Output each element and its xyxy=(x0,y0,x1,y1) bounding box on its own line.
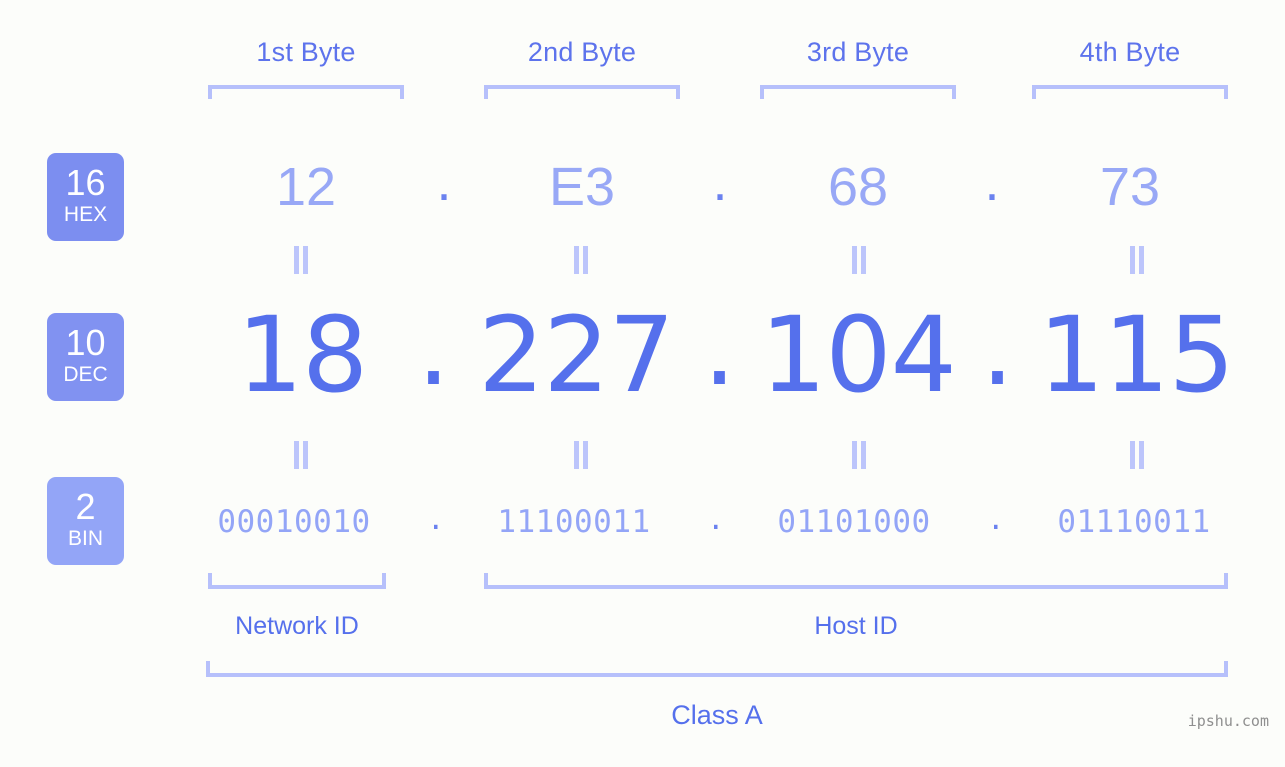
bin-octet-1: 00010010 xyxy=(217,504,371,540)
byte-header-2: 2nd Byte xyxy=(527,37,637,67)
base-badge-hex-number: 16 xyxy=(65,162,106,203)
base-badge-hex: 16 HEX xyxy=(47,153,124,241)
host-id-bracket xyxy=(484,573,1228,589)
hex-separator-2: . xyxy=(712,152,728,212)
equals-mark-dec-bin-3 xyxy=(846,441,870,469)
hex-octet-1: 12 xyxy=(275,157,337,217)
class-label: Class A xyxy=(671,700,763,730)
base-badge-bin-abbr: BIN xyxy=(67,527,103,550)
dec-separator-1: . xyxy=(416,287,450,409)
ip-address-breakdown-diagram: 1st Byte 2nd Byte 3rd Byte 4th Byte 16 H… xyxy=(0,0,1285,767)
equals-mark-hex-dec-3 xyxy=(846,246,870,274)
hex-separator-3: . xyxy=(984,152,1000,212)
base-badge-bin-number: 2 xyxy=(75,486,96,527)
base-badge-dec: 10 DEC xyxy=(47,313,124,401)
dec-separator-2: . xyxy=(702,287,736,409)
equals-mark-hex-dec-4 xyxy=(1124,246,1148,274)
bin-octet-2: 11100011 xyxy=(497,504,651,540)
dec-octet-2: 227 xyxy=(478,294,675,416)
dec-octet-1: 18 xyxy=(236,294,368,416)
byte-bracket-3 xyxy=(760,85,956,99)
hex-separator-1: . xyxy=(436,152,452,212)
hex-octet-2: E3 xyxy=(548,157,616,217)
byte-bracket-4 xyxy=(1032,85,1228,99)
equals-mark-hex-dec-2 xyxy=(568,246,592,274)
dec-octet-3: 104 xyxy=(760,294,957,416)
bin-separator-2: . xyxy=(710,498,722,538)
byte-bracket-1 xyxy=(208,85,404,99)
site-watermark: ipshu.com xyxy=(1187,712,1269,730)
base-badge-dec-number: 10 xyxy=(65,322,106,363)
byte-header-4: 4th Byte xyxy=(1079,37,1181,67)
equals-mark-hex-dec-1 xyxy=(288,246,312,274)
bin-octet-4: 01110011 xyxy=(1057,504,1211,540)
byte-header-1: 1st Byte xyxy=(256,37,356,67)
hex-octet-3: 68 xyxy=(827,157,889,217)
bin-separator-3: . xyxy=(990,498,1002,538)
equals-mark-dec-bin-1 xyxy=(288,441,312,469)
host-id-label: Host ID xyxy=(814,612,898,640)
base-badge-hex-abbr: HEX xyxy=(63,203,108,226)
bin-octet-3: 01101000 xyxy=(777,504,931,540)
base-badge-dec-abbr: DEC xyxy=(63,363,108,386)
equals-mark-dec-bin-4 xyxy=(1124,441,1148,469)
equals-mark-dec-bin-2 xyxy=(568,441,592,469)
hex-octet-4: 73 xyxy=(1099,157,1161,217)
byte-bracket-2 xyxy=(484,85,680,99)
byte-header-3: 3rd Byte xyxy=(806,37,910,67)
dec-octet-4: 115 xyxy=(1038,294,1235,416)
class-bracket xyxy=(206,661,1228,677)
bin-separator-1: . xyxy=(430,498,442,538)
network-id-bracket xyxy=(208,573,386,589)
dec-separator-3: . xyxy=(980,287,1014,409)
base-badge-bin: 2 BIN xyxy=(47,477,124,565)
network-id-label: Network ID xyxy=(235,612,359,640)
